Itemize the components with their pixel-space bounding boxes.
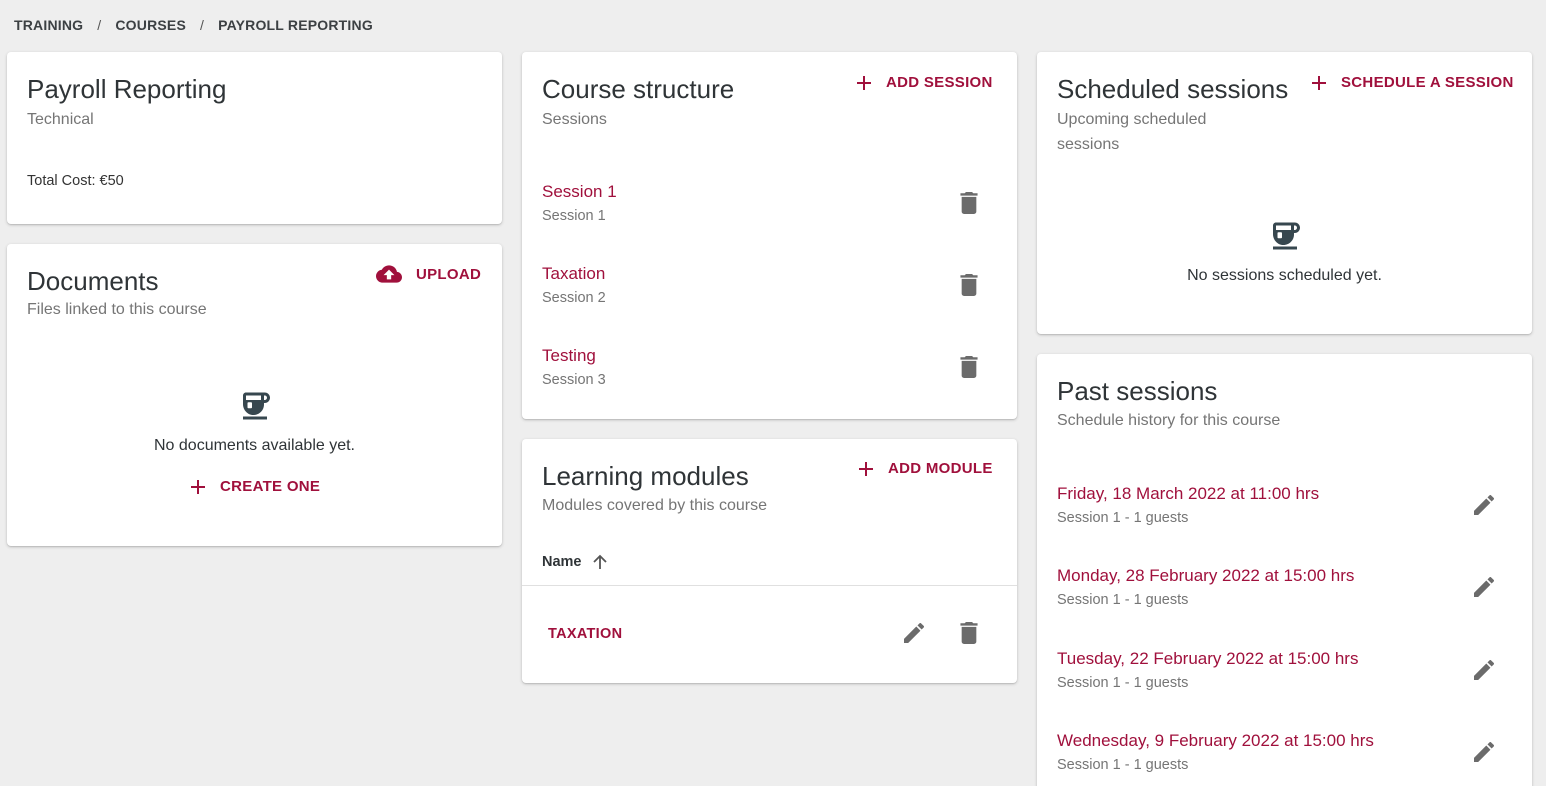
learning-modules-card: Learning modules Modules covered by this… [522,439,1017,683]
documents-empty-text: No documents available yet. [154,437,355,454]
past-session-date[interactable]: Wednesday, 9 February 2022 at 15:00 hrs [1057,731,1374,751]
documents-empty-state: No documents available yet. [7,388,502,455]
breadcrumb-separator: / [97,17,102,33]
session-item[interactable]: Session 1 Session 1 [542,182,997,242]
structure-subtitle: Sessions [542,111,607,128]
add-session-label: ADD SESSION [886,74,993,91]
create-one-label: CREATE ONE [220,478,321,495]
module-name[interactable]: TAXATION [548,626,622,642]
past-session-date[interactable]: Tuesday, 22 February 2022 at 15:00 hrs [1057,649,1358,669]
column-header-name[interactable]: Name [542,554,608,570]
course-title: Payroll Reporting [27,74,227,104]
past-session-date[interactable]: Monday, 28 February 2022 at 15:00 hrs [1057,566,1354,586]
session-name[interactable]: Testing [542,346,596,366]
session-item[interactable]: Taxation Session 2 [542,264,997,324]
past-session-sub: Session 1 - 1 guests [1057,675,1189,691]
scheduled-empty-text: No sessions scheduled yet. [1187,267,1382,284]
course-structure-card: Course structure Sessions ADD SESSION Se… [522,52,1017,419]
breadcrumb-courses[interactable]: COURSES [115,17,186,33]
modules-title: Learning modules [542,461,749,491]
trash-icon[interactable] [960,622,978,644]
past-session-sub: Session 1 - 1 guests [1057,510,1189,526]
session-sub: Session 2 [542,290,606,306]
breadcrumb-training[interactable]: TRAINING [14,17,83,33]
pencil-icon[interactable] [904,623,924,643]
scheduled-subtitle: Upcoming scheduled sessions [1057,111,1207,153]
past-session-item[interactable]: Monday, 28 February 2022 at 15:00 hrs Se… [1057,566,1512,626]
past-session-item[interactable]: Wednesday, 9 February 2022 at 15:00 hrs … [1057,731,1512,786]
scheduled-title: Scheduled sessions [1057,74,1289,104]
create-one-button[interactable]: CREATE ONE [190,478,320,495]
total-cost: Total Cost: €50 [27,173,124,189]
past-session-sub: Session 1 - 1 guests [1057,757,1189,773]
documents-title: Documents [27,266,159,296]
past-sessions-card: Past sessions Schedule history for this … [1037,354,1532,786]
cloud-upload-icon [376,265,402,283]
schedule-session-label: SCHEDULE A SESSION [1341,74,1514,91]
pencil-icon[interactable] [1474,577,1494,597]
table-row[interactable]: TAXATION [522,586,1017,681]
course-category: Technical [27,111,94,128]
pencil-icon[interactable] [1474,660,1494,680]
upload-label: UPLOAD [416,265,482,283]
structure-title: Course structure [542,74,735,104]
trash-icon[interactable] [960,192,978,214]
past-session-sub: Session 1 - 1 guests [1057,592,1189,608]
modules-subtitle: Modules covered by this course [542,497,767,514]
arrow-up-icon [592,554,607,569]
add-session-button[interactable]: ADD SESSION [856,74,993,91]
session-sub: Session 1 [542,208,606,224]
add-module-label: ADD MODULE [888,460,993,477]
plus-icon [859,461,873,476]
past-session-date[interactable]: Friday, 18 March 2022 at 11:00 hrs [1057,484,1319,504]
add-module-button[interactable]: ADD MODULE [858,460,993,477]
course-info-card: Payroll Reporting Technical Total Cost: … [7,52,502,224]
scheduled-sessions-card: Scheduled sessions Upcoming scheduled se… [1037,52,1532,334]
plus-icon [857,75,871,90]
past-subtitle: Schedule history for this course [1057,412,1281,429]
coffee-cup-icon [1272,222,1300,250]
session-sub: Session 3 [542,372,606,388]
past-title: Past sessions [1057,376,1218,406]
trash-icon[interactable] [960,274,978,296]
documents-subtitle: Files linked to this course [27,301,207,318]
coffee-cup-icon [242,392,270,420]
documents-card: Documents Files linked to this course UP… [7,244,502,546]
breadcrumb-separator: / [200,17,205,33]
past-session-item[interactable]: Friday, 18 March 2022 at 11:00 hrs Sessi… [1057,484,1512,544]
plus-icon [1312,75,1326,90]
session-name[interactable]: Session 1 [542,182,617,202]
column-header-label: Name [542,554,582,570]
scheduled-empty-state: No sessions scheduled yet. [1037,218,1532,285]
session-name[interactable]: Taxation [542,264,605,284]
trash-icon[interactable] [960,356,978,378]
pencil-icon[interactable] [1474,495,1494,515]
upload-button[interactable]: UPLOAD [376,264,481,284]
breadcrumb: TRAINING / COURSES / PAYROLL REPORTING [14,17,373,33]
past-session-item[interactable]: Tuesday, 22 February 2022 at 15:00 hrs S… [1057,649,1512,709]
session-item[interactable]: Testing Session 3 [542,346,997,406]
plus-icon [191,479,205,494]
pencil-icon[interactable] [1474,742,1494,762]
schedule-session-button[interactable]: SCHEDULE A SESSION [1311,74,1514,91]
breadcrumb-current: PAYROLL REPORTING [218,17,373,33]
